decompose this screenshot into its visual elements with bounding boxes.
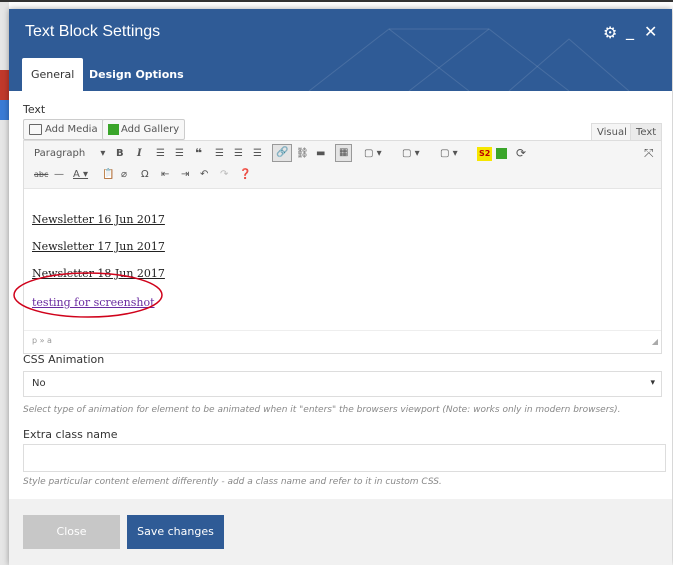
gallery-green-icon[interactable] — [496, 148, 507, 159]
editor-statusbar: p » a ◢ — [24, 330, 661, 353]
editor-tab-text[interactable]: Text — [630, 123, 663, 141]
editor-tab-visual[interactable]: Visual — [591, 123, 633, 141]
resize-handle-icon[interactable]: ◢ — [652, 337, 658, 346]
refresh-icon[interactable]: ⟳ — [516, 146, 526, 160]
chevron-down-icon: ▾ — [650, 377, 655, 387]
minimize-icon[interactable]: _ — [626, 23, 634, 39]
horizontal-rule-icon[interactable]: — — [54, 168, 64, 182]
text-block-settings-dialog: Text Block Settings ⚙ _ ✕ General Design… — [9, 9, 672, 565]
css-animation-help: Select type of animation for element to … — [23, 405, 621, 415]
background-strip-blue — [0, 100, 9, 120]
align-left-icon[interactable]: ☰ — [215, 147, 224, 161]
save-changes-button[interactable]: Save changes — [127, 515, 224, 549]
add-gallery-label: Add Gallery — [121, 124, 180, 135]
close-icon[interactable]: ✕ — [644, 24, 657, 40]
text-field-label: Text — [23, 103, 46, 116]
italic-icon[interactable]: I — [137, 147, 142, 161]
toolbar-toggle-icon[interactable]: ▦ — [335, 144, 353, 162]
read-more-icon[interactable]: ▬ — [316, 147, 325, 161]
content-link-1[interactable]: Newsletter 16 Jun 2017 — [32, 213, 165, 226]
extra-class-input[interactable] — [23, 444, 666, 472]
chevron-down-icon: ▾ — [100, 148, 106, 159]
dropdown-1-icon[interactable]: ▢ ▾ — [364, 147, 382, 161]
help-icon[interactable]: ❓ — [239, 168, 251, 182]
dialog-footer: Close Save changes — [9, 499, 672, 565]
clear-formatting-icon[interactable]: ⌀ — [121, 168, 127, 182]
editor-toolbar: Paragraph ▾ B I ☰ ☰ ❝ ☰ ☰ ☰ 🔗 ⛓ ▬ ▦ ▢ ▾ … — [24, 141, 661, 189]
text-color-icon[interactable]: A ▾ — [73, 168, 88, 182]
gallery-icon — [108, 123, 119, 135]
link-icon[interactable]: 🔗 — [272, 144, 293, 162]
extra-class-help: Style particular content element differe… — [23, 477, 442, 487]
blockquote-icon[interactable]: ❝ — [195, 146, 202, 160]
close-button[interactable]: Close — [23, 515, 120, 549]
shortcode-badge-icon[interactable]: S2 — [477, 147, 493, 161]
add-media-button[interactable]: Add Media — [23, 119, 104, 140]
media-icon — [29, 123, 42, 135]
tab-design-options[interactable]: Design Options — [80, 58, 193, 91]
outdent-icon[interactable]: ⇤ — [161, 168, 169, 182]
bullet-list-icon[interactable]: ☰ — [156, 147, 165, 161]
paragraph-select[interactable]: Paragraph ▾ — [34, 147, 105, 161]
add-gallery-button[interactable]: Add Gallery — [102, 119, 186, 140]
css-animation-select[interactable]: No ▾ — [23, 371, 662, 397]
element-path: p » a — [32, 336, 52, 345]
css-animation-value: No — [32, 378, 46, 389]
dropdown-3-icon[interactable]: ▢ ▾ — [440, 147, 458, 161]
add-media-label: Add Media — [45, 124, 98, 135]
annotation-circle — [13, 272, 163, 318]
dialog-title: Text Block Settings — [25, 23, 161, 40]
unlink-icon[interactable]: ⛓ — [296, 147, 309, 161]
dialog-header: Text Block Settings ⚙ _ ✕ General Design… — [9, 9, 672, 91]
content-link-2[interactable]: Newsletter 17 Jun 2017 — [32, 240, 165, 253]
gear-icon[interactable]: ⚙ — [603, 25, 617, 41]
fullscreen-icon[interactable]: ⤧ — [644, 146, 654, 160]
indent-icon[interactable]: ⇥ — [181, 168, 189, 182]
align-right-icon[interactable]: ☰ — [253, 147, 262, 161]
extra-class-label: Extra class name — [23, 428, 118, 441]
css-animation-label: CSS Animation — [23, 353, 105, 366]
dropdown-2-icon[interactable]: ▢ ▾ — [402, 147, 420, 161]
background-strip-red — [0, 70, 9, 100]
bold-icon[interactable]: B — [116, 147, 124, 161]
numbered-list-icon[interactable]: ☰ — [175, 147, 184, 161]
align-center-icon[interactable]: ☰ — [234, 147, 243, 161]
special-character-icon[interactable]: Ω — [141, 168, 149, 182]
paste-text-icon[interactable]: 📋 — [102, 168, 114, 182]
strikethrough-icon[interactable]: abc — [34, 168, 48, 182]
tab-general[interactable]: General — [22, 58, 84, 91]
undo-icon[interactable]: ↶ — [200, 168, 208, 182]
background-topline — [0, 0, 673, 2]
redo-icon[interactable]: ↷ — [220, 168, 228, 182]
